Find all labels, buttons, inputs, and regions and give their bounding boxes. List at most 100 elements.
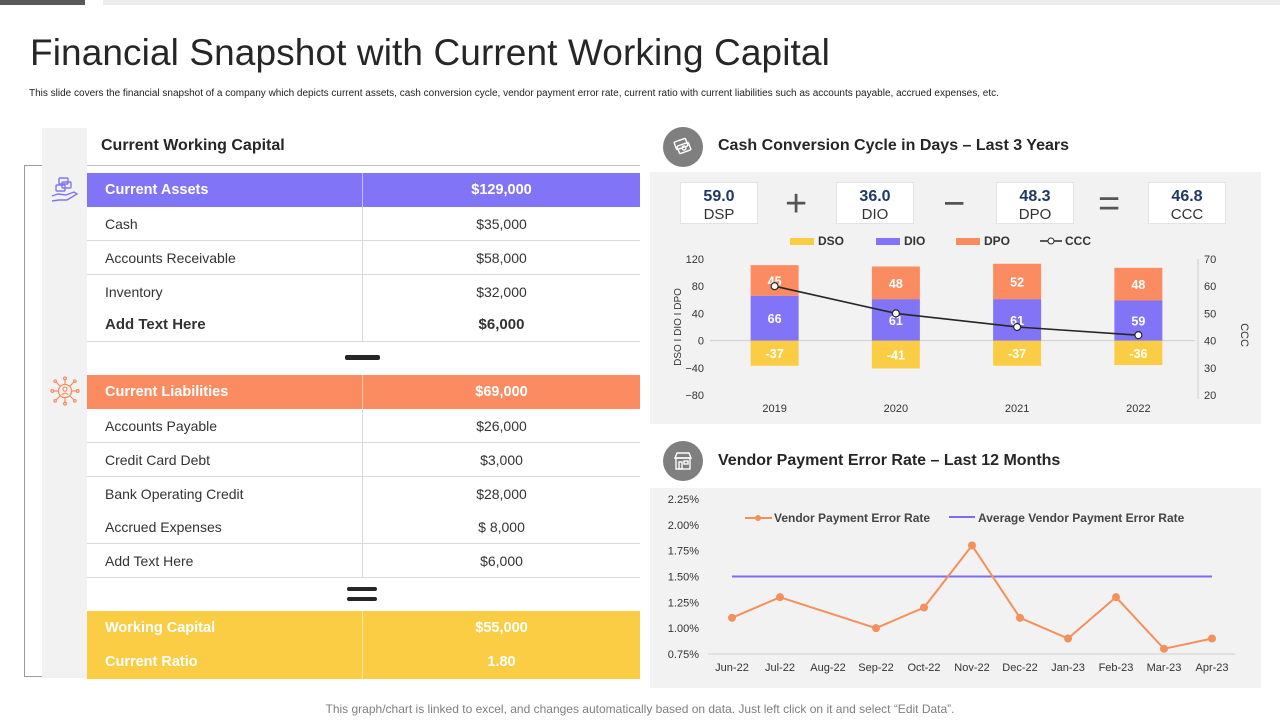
current-assets-header: Current Assets $129,000 — [87, 173, 640, 207]
error-rate-point — [968, 541, 976, 550]
ccc-point — [770, 282, 779, 291]
kpi-value: 46.8 — [1171, 188, 1203, 205]
legend-label: DIO — [904, 234, 925, 248]
minus-operator: − — [943, 183, 966, 225]
bar-label: -41 — [887, 349, 905, 363]
x-tick-label: Oct-22 — [907, 662, 940, 674]
y-tick-label: 120 — [686, 254, 704, 266]
kpi-value: 59.0 — [703, 188, 735, 205]
y2-tick-label: 20 — [1204, 390, 1216, 402]
row-value: $35,000 — [476, 215, 527, 232]
y-tick-label: 0 — [698, 336, 704, 348]
error-rate-point — [776, 593, 784, 602]
y-tick-label: 1.75% — [668, 546, 699, 558]
row-value: $32,000 — [476, 283, 527, 300]
bar-label: 48 — [889, 277, 903, 291]
working-capital-title: Current Working Capital — [101, 137, 285, 154]
current-liabilities-header: Current Liabilities $69,000 — [87, 375, 640, 409]
row-label: Add Text Here — [87, 308, 363, 341]
kpi-value: 48.3 — [1019, 188, 1051, 205]
row-value: $ 8,000 — [478, 518, 525, 535]
y2-tick-label: 30 — [1204, 363, 1216, 375]
y-tick-label: 1.00% — [668, 623, 699, 635]
row-value: $69,000 — [475, 384, 528, 400]
row-label: Working Capital — [87, 611, 363, 645]
error-rate-point — [1112, 593, 1120, 602]
x-tick-label: Apr-23 — [1195, 662, 1228, 674]
table-row: Accounts Receivable $58,000 — [87, 241, 640, 275]
equals-operator: = — [1098, 183, 1121, 225]
y2-tick-label: 50 — [1204, 308, 1216, 320]
person-network-icon — [50, 376, 80, 406]
working-capital-rule — [87, 165, 640, 166]
error-rate-point — [728, 613, 736, 622]
equals-operator-bottom — [347, 597, 377, 601]
row-label: Cash — [87, 207, 363, 240]
row-label: Add Text Here — [87, 544, 363, 577]
legend-ccc-marker — [1047, 237, 1055, 245]
store-icon — [663, 441, 703, 481]
vendor-chart: 2.25% 2.00% 1.75% 1.50% 1.25% 1.00% 0.75% Jun-2… — [668, 494, 1235, 674]
kpi-label: CCC — [1170, 206, 1204, 223]
row-value: $6,000 — [478, 316, 525, 333]
cash-icon — [663, 127, 703, 167]
table-row: Accounts Payable $26,000 — [87, 409, 640, 443]
ccc-title: Cash Conversion Cycle in Days – Last 3 Y… — [718, 137, 1069, 154]
row-value: $129,000 — [471, 182, 532, 198]
error-rate-point — [1208, 634, 1216, 643]
bar-label: -37 — [766, 347, 784, 361]
legend-label: Vendor Payment Error Rate — [774, 511, 930, 525]
current-ratio-row: Current Ratio 1.80 — [87, 645, 640, 679]
error-rate-point — [1016, 613, 1024, 622]
top-accent-bar — [0, 0, 85, 5]
y-tick-label: 40 — [692, 308, 704, 320]
legend-swatch — [790, 238, 814, 245]
x-tick-label: Aug-22 — [810, 662, 845, 674]
error-rate-point — [1160, 644, 1168, 653]
row-label: Current Assets — [87, 173, 363, 207]
row-label: Accrued Expenses — [87, 510, 363, 543]
ccc-chart: DSO DIO DPO CCC −80 −40 0 40 80 120 20 30 40 50 60 70 DS… — [673, 234, 1250, 415]
ccc-point — [891, 309, 900, 318]
y-tick-label: 2.00% — [668, 520, 699, 532]
minus-operator — [345, 355, 380, 360]
bar-label: -36 — [1129, 347, 1147, 361]
ccc-point — [1013, 322, 1022, 332]
error-rate-point — [920, 603, 928, 612]
bar-label: 48 — [1131, 278, 1145, 292]
table-row: Bank Operating Credit $28,000 — [87, 477, 640, 511]
legend-swatch — [956, 238, 980, 245]
x-tick-label: Nov-22 — [954, 662, 989, 674]
x-tick-label: Jan-23 — [1051, 662, 1085, 674]
y2-tick-label: 60 — [1204, 281, 1216, 293]
y-tick-label: 1.50% — [668, 572, 699, 584]
y-tick-label: 2.25% — [668, 494, 699, 506]
kpi-dio: 36.0 DIO — [836, 182, 914, 224]
row-label: Accounts Payable — [87, 409, 363, 442]
table-row: Add Text Here $6,000 — [87, 544, 640, 578]
row-value: $58,000 — [476, 249, 527, 266]
y-tick-label: 80 — [692, 281, 704, 293]
y2-tick-label: 40 — [1204, 336, 1216, 348]
row-value: 1.80 — [487, 654, 516, 670]
x-tick-label: Feb-23 — [1099, 662, 1134, 674]
working-capital-row: Working Capital $55,000 — [87, 611, 640, 645]
legend-label: DPO — [984, 234, 1010, 248]
x-tick-label: 2020 — [884, 403, 908, 415]
kpi-dsp: 59.0 DSP — [680, 182, 758, 224]
table-row: Add Text Here $6,000 — [87, 308, 640, 342]
y2-axis-title: CCC — [1238, 323, 1250, 347]
bar-label: 66 — [768, 312, 782, 326]
row-value: $3,000 — [480, 451, 523, 468]
top-light-bar — [103, 0, 1280, 5]
legend-label: DSO — [818, 234, 844, 248]
bar-label: 59 — [1131, 315, 1145, 329]
error-rate-line — [731, 543, 1213, 650]
bar-label: -37 — [1008, 347, 1026, 361]
legend-label: Average Vendor Payment Error Rate — [978, 511, 1185, 525]
table-row: Cash $35,000 — [87, 207, 640, 241]
legend-label: CCC — [1065, 234, 1091, 248]
kpi-label: DIO — [861, 206, 889, 223]
x-tick-label: Jul-22 — [765, 662, 795, 674]
y-tick-label: −40 — [685, 363, 704, 375]
